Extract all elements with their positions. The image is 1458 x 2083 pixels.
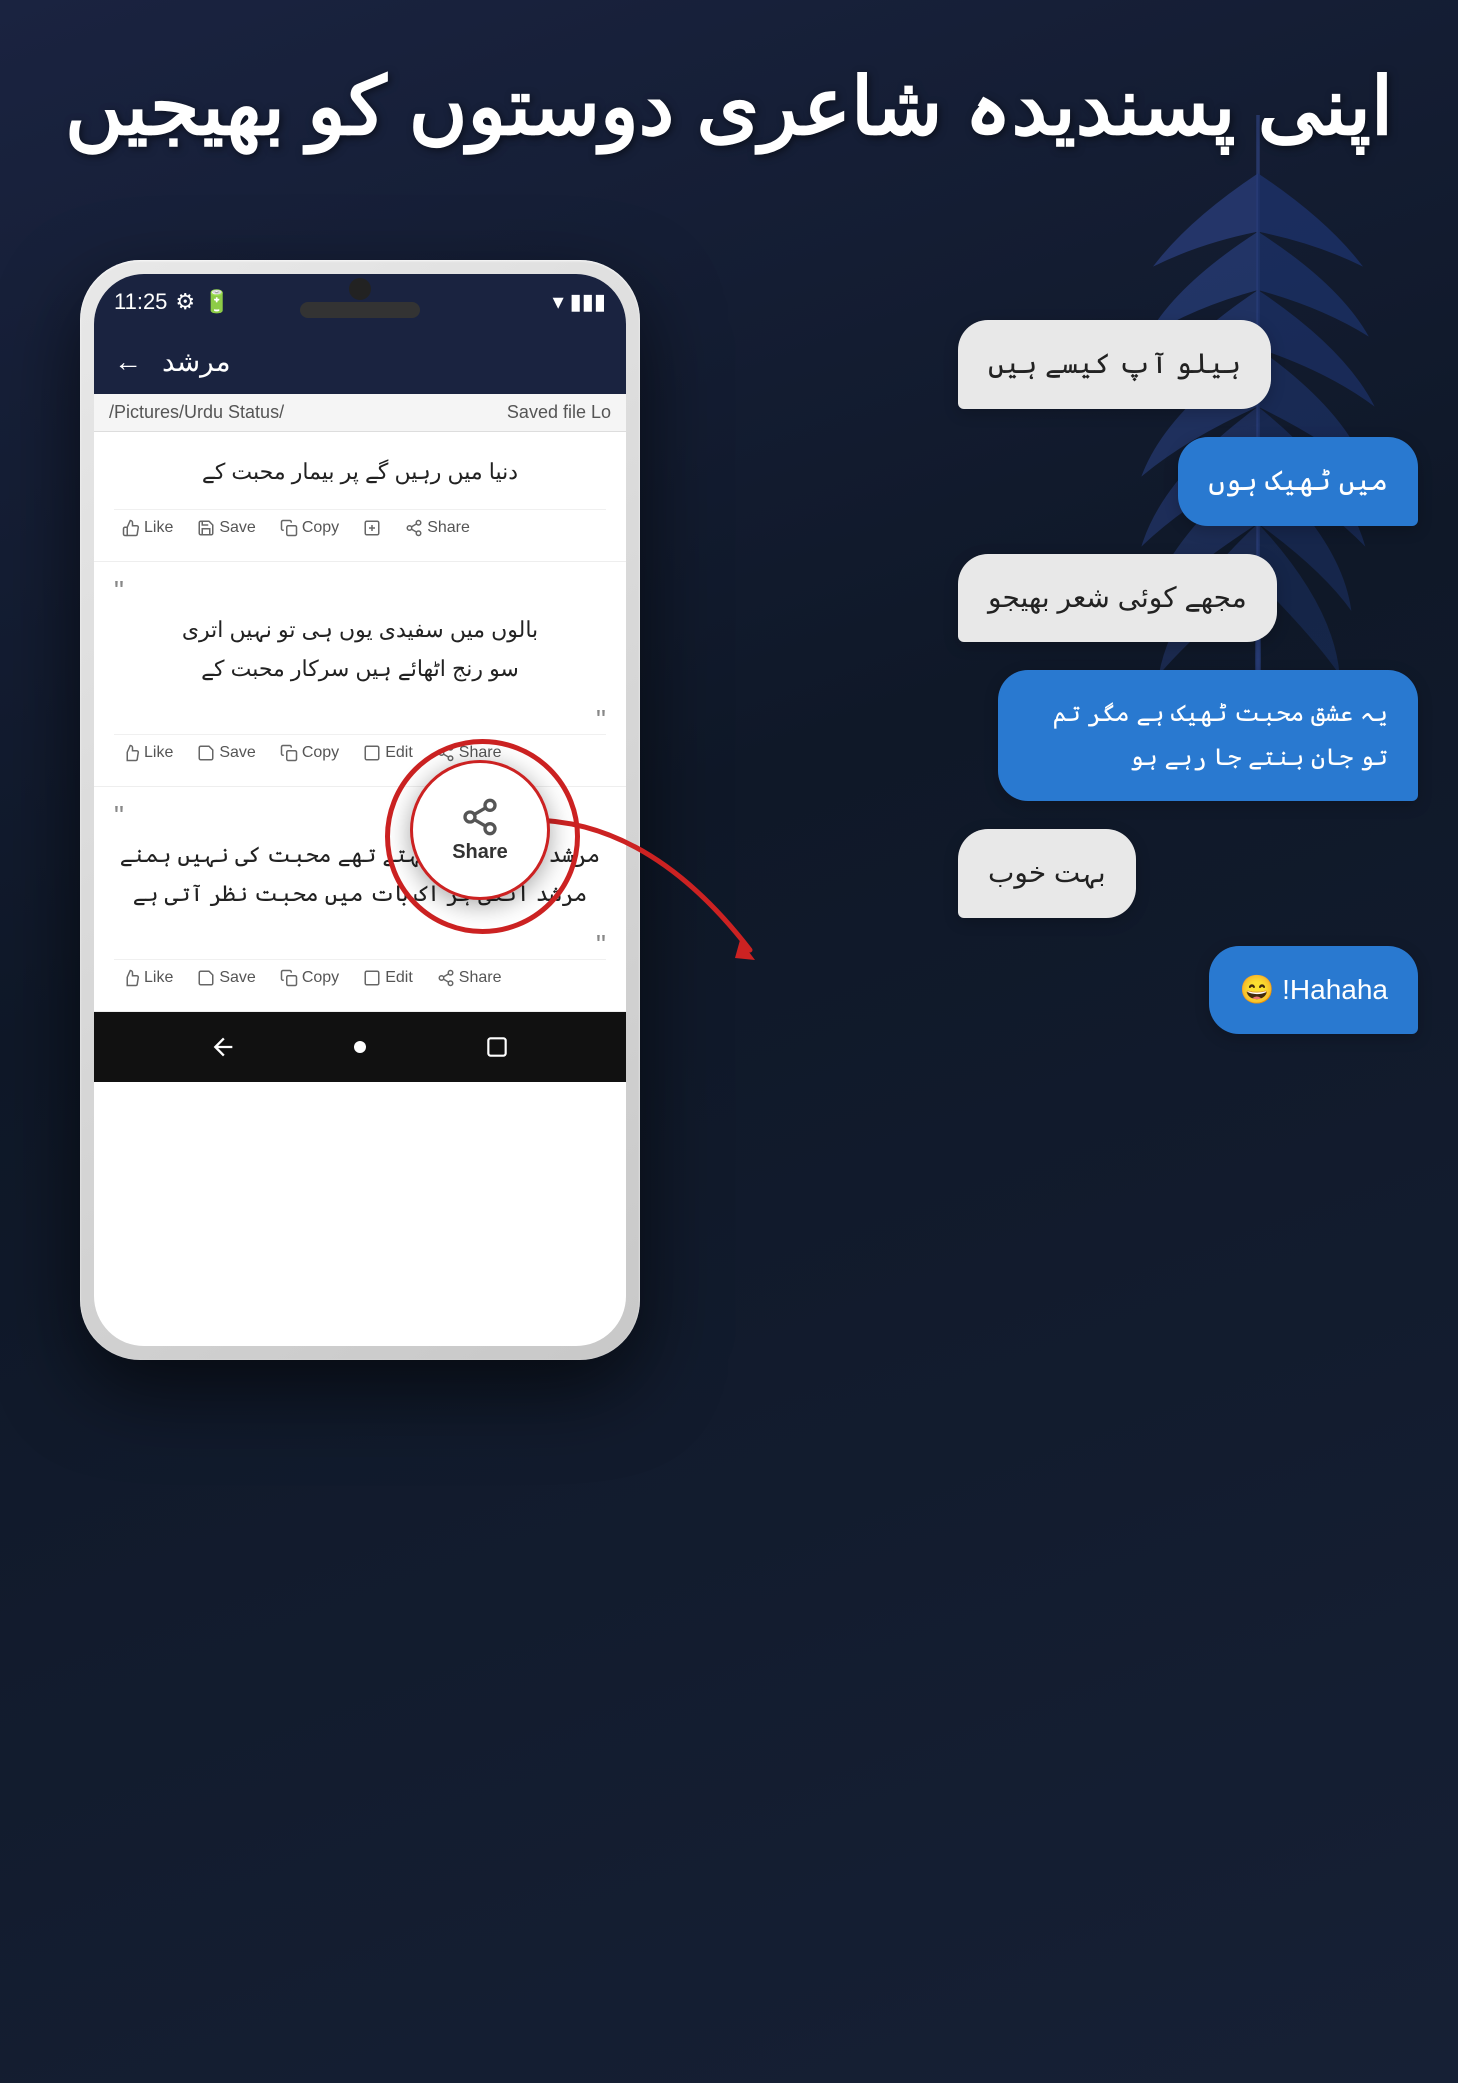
recent-nav-button[interactable] — [482, 1032, 512, 1062]
status-wifi-icon: ▾ — [553, 289, 564, 315]
edit-button-2[interactable]: Edit — [355, 740, 421, 766]
action-bar-1: Like Save Copy Share — [114, 509, 606, 546]
back-button[interactable]: ← — [114, 346, 142, 378]
nav-bar — [94, 1012, 626, 1082]
share-popup-label: Share — [452, 841, 508, 864]
status-time: 11:25 — [114, 289, 167, 315]
chat-message-1: ہیلو آپ کیسے ہیں — [958, 320, 1271, 409]
like-icon-3 — [122, 969, 140, 987]
save-button-1[interactable]: Save — [189, 515, 263, 541]
copy-button-2[interactable]: Copy — [272, 740, 347, 766]
app-header: ← مرشد — [94, 329, 626, 394]
save-label-1: Save — [219, 519, 255, 537]
copy-label-1: Copy — [302, 519, 339, 537]
saved-label: Saved file Lo — [507, 402, 611, 423]
open-quote-2: " — [114, 577, 606, 605]
save-icon-1 — [197, 519, 215, 537]
status-bar-right: ▾ ▮▮▮ — [553, 289, 606, 315]
chat-message-2: میں ٹھیک ہوں — [1178, 437, 1418, 526]
page-title: اپنی پسندیدہ شاعری دوستوں کو بھیجیں — [0, 60, 1458, 153]
edit-icon-1 — [363, 519, 381, 537]
share-icon-3 — [437, 969, 455, 987]
chat-message-4: یہ عشق محبت ٹھیک ہے مگر تم تو جان بنتے ج… — [998, 670, 1418, 800]
home-nav-icon — [348, 1035, 372, 1059]
poetry-card-2: " بالوں میں سفیدی یوں ہی تو نہیں اتری سو… — [94, 562, 626, 787]
edit-label-2: Edit — [385, 744, 413, 762]
status-settings-icon: ⚙ — [175, 289, 195, 315]
status-bar-left: 11:25 ⚙ 🔋 — [114, 289, 231, 315]
phone-speaker — [300, 302, 420, 318]
action-bar-2: Like Save Copy Edit — [114, 734, 606, 771]
share-icon-2 — [437, 744, 455, 762]
save-button-2[interactable]: Save — [189, 740, 263, 766]
recent-nav-icon — [484, 1034, 510, 1060]
phone-camera — [349, 278, 371, 300]
like-label-3: Like — [144, 969, 173, 987]
save-icon-2 — [197, 744, 215, 762]
share-popup: Share — [410, 760, 550, 900]
status-signal-icon: ▮▮▮ — [570, 289, 606, 315]
edit-icon-2 — [363, 744, 381, 762]
share-icon-1 — [405, 519, 423, 537]
home-nav-button[interactable] — [345, 1032, 375, 1062]
phone-mockup: 11:25 ⚙ 🔋 ▾ ▮▮▮ ← مرشد /Pictures/Urdu St… — [80, 260, 640, 1960]
like-icon-2 — [122, 744, 140, 762]
file-path: /Pictures/Urdu Status/ — [109, 402, 284, 423]
save-button-3[interactable]: Save — [189, 965, 263, 991]
path-bar: /Pictures/Urdu Status/ Saved file Lo — [94, 394, 626, 432]
like-icon-1 — [122, 519, 140, 537]
status-battery-icon: 🔋 — [203, 289, 230, 315]
edit-icon-3 — [363, 969, 381, 987]
chat-message-6: Hahaha! 😄 — [1209, 946, 1418, 1035]
save-label-2: Save — [219, 744, 255, 762]
save-icon-3 — [197, 969, 215, 987]
edit-button-1[interactable] — [355, 515, 389, 541]
back-nav-icon — [209, 1033, 237, 1061]
poetry-card-1: دنیا میں رہیں گے پر بیمار محبت کے Like S… — [94, 432, 626, 562]
chat-area: ہیلو آپ کیسے ہیں میں ٹھیک ہوں مجھے کوئی … — [958, 320, 1418, 1034]
save-label-3: Save — [219, 969, 255, 987]
poetry-text-2: بالوں میں سفیدی یوں ہی تو نہیں اتری سو ر… — [114, 605, 606, 694]
back-nav-button[interactable] — [208, 1032, 238, 1062]
chat-message-5: بہت خوب — [958, 829, 1136, 918]
share-label-1: Share — [427, 519, 470, 537]
edit-button-3[interactable]: Edit — [355, 965, 421, 991]
poetry-text-1: دنیا میں رہیں گے پر بیمار محبت کے — [114, 447, 606, 497]
like-label-2: Like — [144, 744, 173, 762]
copy-button-1[interactable]: Copy — [272, 515, 347, 541]
like-button-1[interactable]: Like — [114, 515, 181, 541]
close-quote-2: " — [114, 706, 606, 734]
edit-label-3: Edit — [385, 969, 413, 987]
app-title: مرشد — [162, 345, 231, 378]
share-popup-icon — [460, 797, 500, 837]
chat-message-3: مجھے کوئی شعر بھیجو — [958, 554, 1277, 643]
copy-button-3[interactable]: Copy — [272, 965, 347, 991]
copy-icon-1 — [280, 519, 298, 537]
copy-label-3: Copy — [302, 969, 339, 987]
share-button-1[interactable]: Share — [397, 515, 478, 541]
copy-icon-3 — [280, 969, 298, 987]
copy-label-2: Copy — [302, 744, 339, 762]
copy-icon-2 — [280, 744, 298, 762]
like-button-2[interactable]: Like — [114, 740, 181, 766]
like-label-1: Like — [144, 519, 173, 537]
like-button-3[interactable]: Like — [114, 965, 181, 991]
